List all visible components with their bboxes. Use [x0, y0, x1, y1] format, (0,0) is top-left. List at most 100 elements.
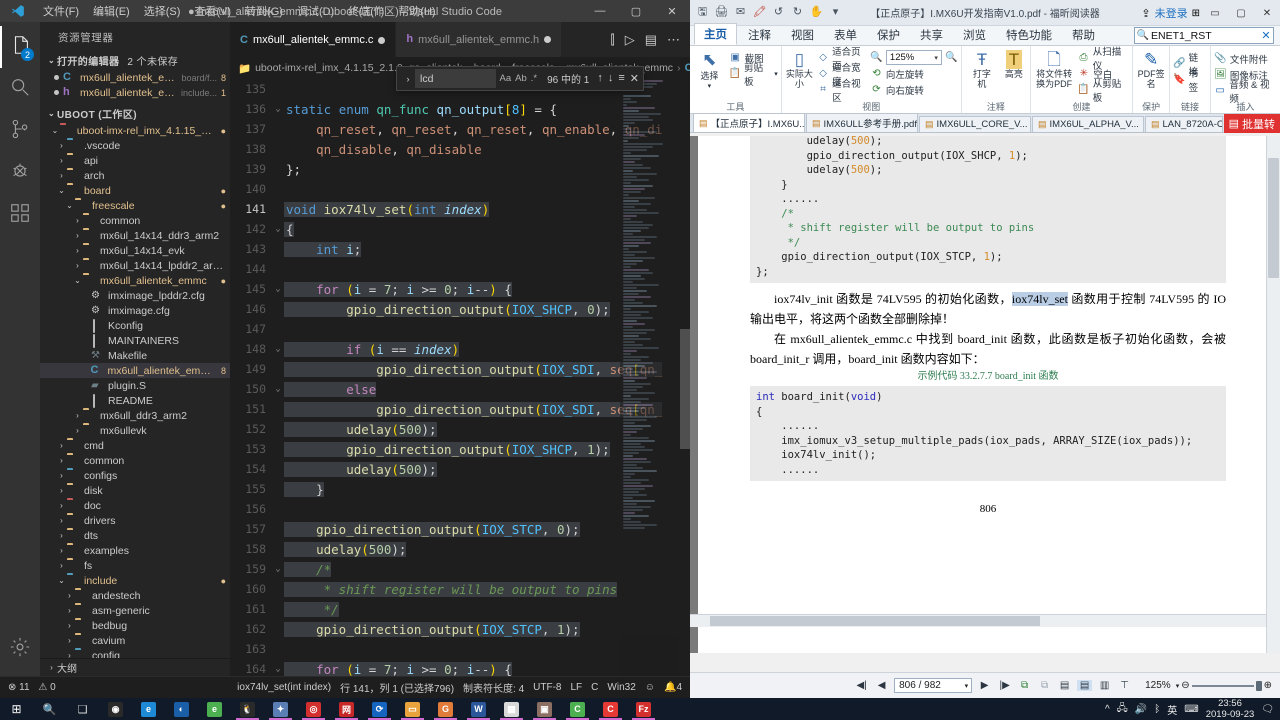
tree-item[interactable]: › andestech: [40, 588, 230, 603]
page-number-input[interactable]: 806 / 982 ▾: [894, 678, 973, 693]
status-symbol[interactable]: iox74lv_set(int index): [237, 682, 331, 693]
pdf-horizontal-scrollbar[interactable]: [690, 614, 1266, 627]
ime-label[interactable]: 英: [1167, 702, 1177, 717]
taskbar-vscode-green[interactable]: C: [561, 698, 594, 720]
open-editors-header[interactable]: ⌄ 打开的编辑器 2 个未保存: [40, 51, 230, 70]
code-text[interactable]: gpio_direction_output(IOX_STCP, 0);: [284, 521, 580, 537]
keyboard-icon[interactable]: ⌨: [1184, 704, 1198, 715]
tree-item[interactable]: › arch: [40, 168, 230, 183]
taskbar-game-app[interactable]: ✦: [264, 698, 297, 720]
more-icon[interactable]: ▾: [828, 5, 843, 20]
code-text[interactable]: gpio_direction_output(IOX_SDI, seq[qn_: [284, 361, 663, 377]
whole-word-icon[interactable]: Ab: [515, 73, 527, 84]
code-text[interactable]: gpio_direction_output(IOX_STCP, 1);: [284, 621, 580, 637]
task-view-button[interactable]: ❑: [66, 698, 99, 720]
chevron-down-icon[interactable]: ⌄: [72, 276, 83, 285]
tree-item[interactable]: README: [40, 393, 230, 408]
hand-icon[interactable]: ✋: [809, 5, 824, 20]
bluetooth-icon[interactable]: ᛒ: [1154, 704, 1160, 715]
tree-item[interactable]: › mx6ul_14x14_evk: [40, 243, 230, 258]
status-language[interactable]: C: [591, 682, 598, 693]
activity-settings[interactable]: [0, 628, 40, 670]
editor-scrollbar-thumb[interactable]: [680, 329, 690, 449]
status-platform[interactable]: Win32: [607, 682, 635, 693]
taskbar-office-app[interactable]: G: [429, 698, 462, 720]
fold-indicator[interactable]: ⌄: [272, 664, 284, 674]
prev-page-button[interactable]: ◀: [874, 680, 889, 691]
caret-down-icon[interactable]: ▾: [708, 82, 712, 90]
zoom-out-button[interactable]: ⊖: [1181, 680, 1189, 691]
activity-debug[interactable]: [0, 152, 40, 194]
doc-tab-imx6ull-core[interactable]: ▤ IMX6ULL_CORE_V...: [919, 116, 1031, 132]
chevron-down-icon[interactable]: ▾: [1176, 682, 1180, 690]
minimize-button[interactable]: —: [582, 0, 618, 22]
account-status[interactable]: 未登录: [1155, 5, 1188, 21]
chevron-right-icon[interactable]: ›: [56, 441, 67, 450]
vscode-menubar[interactable]: 文件(F) 编辑(E) 选择(S) 查看(V) 转到(G) 调试(D) 终端(T…: [36, 1, 443, 21]
workspace-header[interactable]: ⌄ UBOOT (工作区): [40, 104, 230, 123]
pdf-vscroll-thumb[interactable]: [1268, 158, 1279, 278]
tree-item[interactable]: ⚙ imximage.cfg: [40, 303, 230, 318]
code-text[interactable]: gpio_direction_output(IOX_SHCP, 0);: [284, 301, 610, 317]
doc-tab-imx6u-guide[interactable]: ▤ 【正点原子】I.MX6U... ✕: [693, 113, 805, 132]
rotate-right-button[interactable]: ⟳ 向右旋转: [870, 82, 958, 97]
tree-item[interactable]: Kconfig: [40, 318, 230, 333]
code-text[interactable]: gpio_direction_output(IOX_SDI, seq[qn_: [284, 401, 663, 417]
menu-file[interactable]: 文件(F): [36, 1, 86, 21]
outline-section[interactable]: › 大纲: [40, 658, 230, 676]
dirty-dot-icon[interactable]: [378, 36, 386, 44]
fit-visible-button[interactable]: ⌗ 适合视区: [817, 79, 867, 104]
print-icon[interactable]: 🖨: [714, 5, 729, 20]
pdf-maximize-button[interactable]: ▢: [1230, 2, 1252, 24]
tab-mx6ull-alientek-emmc-c[interactable]: C mx6ull_alientek_emmc.c: [230, 22, 397, 57]
feedback-icon[interactable]: ☺: [645, 682, 655, 693]
taskbar-teamviewer[interactable]: ⟳: [363, 698, 396, 720]
ribbon-tab-home[interactable]: 主页: [694, 23, 737, 45]
save-icon[interactable]: 🖫: [695, 5, 710, 20]
doc-tab-lan8720a[interactable]: ▤ LAN_8720A-C: [1145, 116, 1223, 132]
chevron-right-icon[interactable]: ›: [72, 231, 83, 240]
pdf-hscroll-thumb[interactable]: [710, 616, 1040, 626]
find-options[interactable]: Aa Ab .*: [496, 73, 542, 84]
dirty-dot-icon[interactable]: [544, 36, 552, 43]
ribbon-tab-protect[interactable]: 保护: [868, 25, 909, 45]
chevron-right-icon[interactable]: ›: [72, 216, 83, 225]
clipboard-button[interactable]: 📋 剪贴板 ▾: [729, 63, 778, 88]
code-text[interactable]: else: [284, 381, 377, 397]
facing-page-button[interactable]: ▥: [1097, 680, 1112, 691]
fold-indicator[interactable]: ⌄: [272, 104, 284, 114]
tree-item[interactable]: › bedbug: [40, 618, 230, 633]
ribbon-options-icon[interactable]: ⊞: [1192, 8, 1200, 19]
status-eol[interactable]: LF: [571, 682, 583, 693]
find-input[interactable]: lcd: [415, 69, 496, 88]
chevron-right-icon[interactable]: ›: [56, 456, 67, 465]
code-text[interactable]: udelay(500);: [284, 421, 437, 437]
chevron-right-icon[interactable]: ›: [64, 591, 75, 600]
taskbar-netease-music[interactable]: 网: [330, 698, 363, 720]
code-editor[interactable]: 135 136 ⌄ static enum qn_func qn_output[8] …: [230, 79, 690, 676]
code-text[interactable]: gpio_direction_output(IOX_SHCP, 1);: [284, 441, 610, 457]
ribbon-tab-share[interactable]: 共享: [911, 25, 952, 45]
code-text[interactable]: udelay(500);: [284, 461, 437, 477]
chevron-down-icon[interactable]: ⌄: [56, 186, 67, 195]
continuous-page-button[interactable]: ▤: [1077, 680, 1093, 691]
tree-item[interactable]: ⚒ Makefile: [40, 348, 230, 363]
zoom-out-icon[interactable]: 🔍: [870, 52, 883, 63]
zoom-control[interactable]: 🔍 125% ▾ 🔍: [870, 50, 958, 65]
taskbar-qq-messenger[interactable]: 🐧: [231, 698, 264, 720]
chevron-right-icon[interactable]: ›: [64, 606, 75, 615]
menu-debug[interactable]: 调试(D): [290, 1, 341, 21]
run-icon[interactable]: ▷: [625, 32, 635, 48]
code-text[interactable]: }: [284, 481, 324, 497]
tree-item[interactable]: ▰ plugin.S: [40, 378, 230, 393]
regex-icon[interactable]: .*: [531, 73, 537, 84]
activity-source-control[interactable]: [0, 110, 40, 152]
paragraph-1-highlight[interactable]: iox74lv_set: [1011, 292, 1068, 306]
code-text[interactable]: udelay(500);: [284, 541, 407, 557]
share-icon[interactable]: ⇪: [1141, 7, 1150, 20]
cover-page-button[interactable]: ⊤: [1117, 680, 1132, 691]
email-icon[interactable]: ✉: [733, 5, 748, 20]
maximize-button[interactable]: ▢: [618, 0, 654, 22]
chevron-right-icon[interactable]: ›: [56, 141, 67, 150]
tree-item[interactable]: › api: [40, 153, 230, 168]
